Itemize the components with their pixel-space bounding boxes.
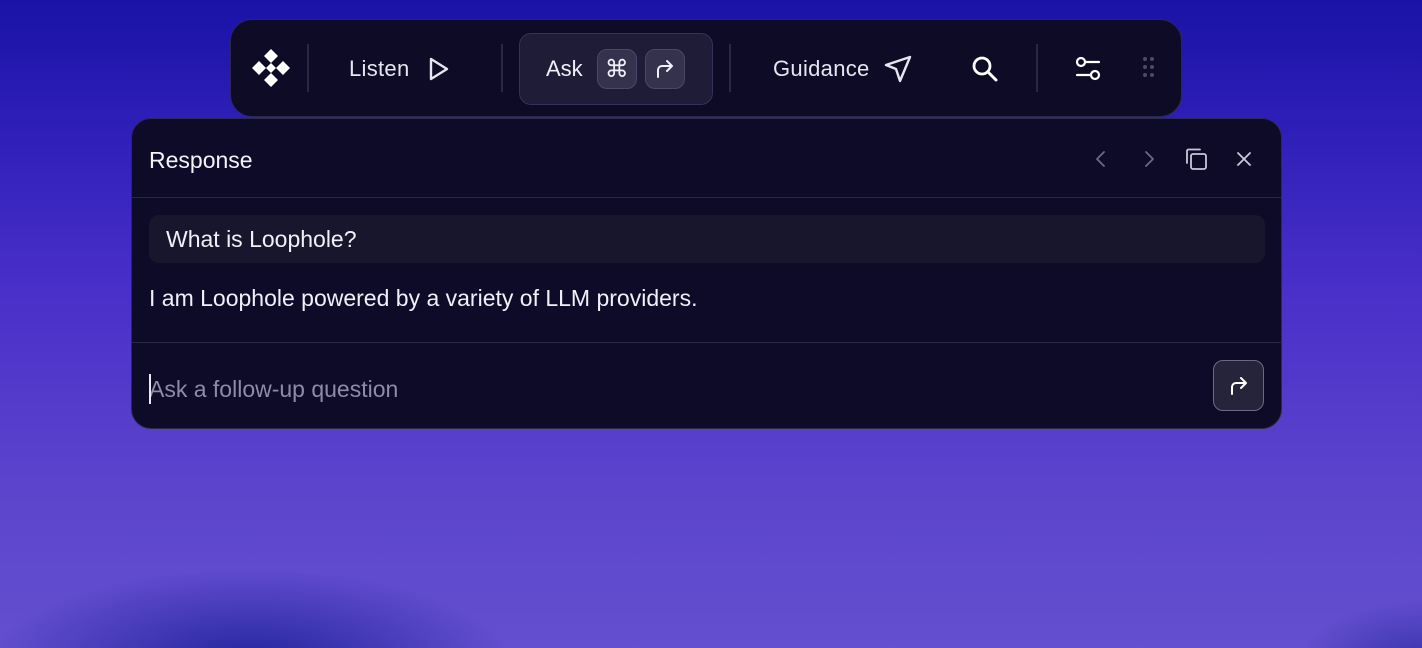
close-icon (1237, 152, 1251, 166)
command-key-icon: ⌘ (596, 49, 637, 89)
main-toolbar: Listen Ask ⌘ Guidance (230, 19, 1182, 117)
chevron-left-icon (1096, 151, 1105, 167)
previous-button[interactable] (1088, 146, 1114, 172)
panel-header: Response (132, 119, 1281, 198)
panel-title: Response (149, 147, 253, 173)
grip-icon[interactable] (1143, 57, 1155, 79)
next-button[interactable] (1136, 146, 1162, 172)
divider (132, 342, 1281, 343)
ask-label: Ask (546, 56, 583, 81)
play-icon (429, 57, 448, 81)
listen-label: Listen (349, 56, 410, 81)
app-logo[interactable] (251, 48, 291, 88)
enter-arrow-icon (656, 60, 673, 78)
followup-input[interactable] (149, 365, 1189, 413)
close-button[interactable] (1231, 146, 1257, 172)
copy-button[interactable] (1183, 146, 1209, 172)
guidance-button[interactable]: Guidance (773, 48, 914, 90)
toolbar-divider (729, 44, 731, 92)
cursor-arrow-icon (884, 55, 911, 83)
user-question: What is Loophole? (149, 215, 1265, 263)
search-icon[interactable] (971, 55, 999, 83)
sliders-icon[interactable] (1073, 54, 1103, 84)
send-arrow-icon (1230, 376, 1247, 395)
assistant-answer: I am Loophole powered by a variety of LL… (149, 285, 698, 311)
response-panel: Response What is Loophole? I am Loophole… (131, 118, 1282, 429)
text-caret (149, 374, 151, 404)
enter-key-icon (644, 49, 685, 89)
toolbar-divider (1036, 44, 1038, 92)
toolbar-divider (501, 44, 503, 92)
copy-icon (1186, 148, 1207, 170)
send-button[interactable] (1213, 360, 1264, 411)
chevron-right-icon (1145, 151, 1154, 167)
guidance-label: Guidance (773, 56, 870, 81)
listen-button[interactable]: Listen (349, 50, 450, 88)
toolbar-divider (307, 44, 309, 92)
ask-button[interactable]: Ask ⌘ (519, 33, 713, 105)
